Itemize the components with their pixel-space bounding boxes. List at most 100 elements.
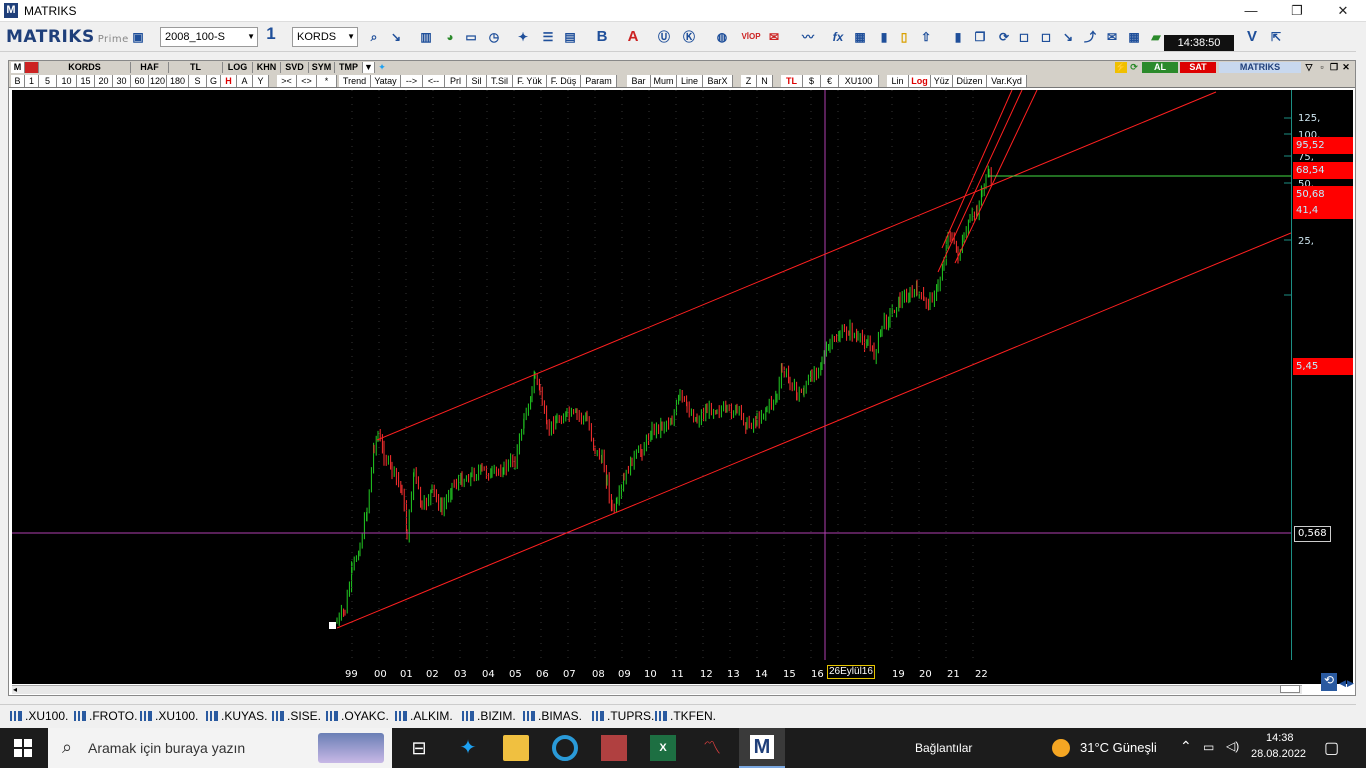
refresh-icon[interactable]: ⟳ bbox=[996, 29, 1012, 45]
refresh-chart-icon[interactable]: ⟳ bbox=[1128, 62, 1140, 73]
scroll-left-icon[interactable]: ◂ bbox=[13, 685, 17, 694]
tool-button-f-y-k[interactable]: F. Yük bbox=[513, 75, 547, 87]
period-button-4[interactable]: 15 bbox=[77, 75, 95, 87]
scroll-thumb[interactable] bbox=[1280, 685, 1300, 693]
k-icon[interactable]: Ⓚ bbox=[681, 29, 697, 45]
tool-button--[interactable]: $ bbox=[803, 75, 821, 87]
tool-button-lin[interactable]: Lin bbox=[887, 75, 909, 87]
layout-number[interactable]: 1 bbox=[263, 25, 279, 42]
period-button-7[interactable]: 60 bbox=[131, 75, 149, 87]
menu-m[interactable]: M bbox=[11, 62, 25, 73]
template-select[interactable]: 2008_100-S ▼ bbox=[160, 27, 258, 47]
symbol-tab-8[interactable]: .BIMAS. bbox=[523, 709, 582, 723]
tool-button-y-z[interactable]: Yüz bbox=[931, 75, 953, 87]
tool-button-prl[interactable]: Prl bbox=[445, 75, 467, 87]
win-minimize-icon[interactable]: ▫ bbox=[1317, 62, 1327, 73]
handshake-icon[interactable]: ✦ bbox=[515, 29, 531, 45]
zoom-icon[interactable]: ⌕ bbox=[366, 29, 382, 45]
buy-button[interactable]: AL bbox=[1142, 62, 1178, 73]
collapse-icon[interactable]: ▽ bbox=[1303, 62, 1315, 73]
chat-icon[interactable]: ▰ bbox=[1148, 29, 1164, 45]
arrow-icon[interactable]: ↘ bbox=[1060, 29, 1076, 45]
connections-label[interactable]: Bağlantılar bbox=[915, 741, 972, 755]
nav-button-0[interactable]: >< bbox=[277, 75, 297, 87]
tool-button-mum[interactable]: Mum bbox=[651, 75, 677, 87]
header-svd[interactable]: SVD bbox=[281, 62, 309, 73]
tool-button-d-zen[interactable]: Düzen bbox=[953, 75, 987, 87]
explorer-icon[interactable] bbox=[503, 735, 529, 761]
period-button-13[interactable]: A bbox=[237, 75, 253, 87]
lightning-icon[interactable]: ⚡ bbox=[1115, 62, 1127, 73]
period-button-12[interactable]: H bbox=[221, 75, 237, 87]
tool-button-yatay[interactable]: Yatay bbox=[371, 75, 401, 87]
symbol-tab-1[interactable]: .FROTO. bbox=[74, 709, 137, 723]
mail-icon[interactable]: ✉ bbox=[766, 29, 782, 45]
weather-text[interactable]: 31°C Güneşli bbox=[1080, 740, 1157, 755]
tool-button-z[interactable]: Z bbox=[741, 75, 757, 87]
winrar-icon[interactable] bbox=[601, 735, 627, 761]
nav-button-1[interactable]: <> bbox=[297, 75, 317, 87]
trade-app-icon[interactable]: 〽 bbox=[699, 735, 725, 761]
clock-icon[interactable]: ◷ bbox=[486, 29, 502, 45]
symbol-tab-7[interactable]: .BIZIM. bbox=[462, 709, 516, 723]
win-close-icon[interactable]: ✕ bbox=[1341, 62, 1351, 73]
win-restore-icon[interactable]: ❐ bbox=[1329, 62, 1339, 73]
period-button-11[interactable]: G bbox=[207, 75, 221, 87]
tool-button-t-sil[interactable]: T.Sil bbox=[487, 75, 513, 87]
formula-icon[interactable]: fx bbox=[830, 29, 846, 45]
symbol-tab-3[interactable]: .KUYAS. bbox=[206, 709, 267, 723]
tool-button-bar[interactable]: Bar bbox=[627, 75, 651, 87]
tool-button-var-kyd[interactable]: Var.Kyd bbox=[987, 75, 1027, 87]
windows-start-icon[interactable] bbox=[14, 739, 32, 757]
taskbar-search[interactable]: ⌕ Aramak için buraya yazın bbox=[48, 728, 392, 768]
cursor-icon[interactable]: ↘ bbox=[388, 29, 404, 45]
monitor-icon[interactable]: ▭ bbox=[463, 29, 479, 45]
u-icon[interactable]: Ⓤ bbox=[656, 29, 672, 45]
notifications-icon[interactable]: ▢ bbox=[1324, 738, 1339, 758]
period-button-10[interactable]: S bbox=[189, 75, 207, 87]
v-icon[interactable]: V bbox=[1244, 29, 1260, 45]
symbol-tab-5[interactable]: .OYAKC. bbox=[326, 709, 389, 723]
tool-button-barx[interactable]: BarX bbox=[703, 75, 733, 87]
period-button-2[interactable]: 5 bbox=[39, 75, 57, 87]
upload-icon[interactable]: ⇧ bbox=[918, 29, 934, 45]
bars-icon[interactable]: ▮ bbox=[876, 29, 892, 45]
next-icon[interactable]: ▶ bbox=[1347, 678, 1354, 689]
tool-button-xu100[interactable]: XU100 bbox=[839, 75, 879, 87]
maximize-button[interactable]: ❐ bbox=[1274, 0, 1320, 22]
globe-icon[interactable]: ◍ bbox=[714, 29, 730, 45]
minimize-button[interactable]: — bbox=[1228, 0, 1274, 22]
viop-icon[interactable]: VİOP bbox=[740, 29, 762, 45]
tool-button-sil[interactable]: Sil bbox=[467, 75, 487, 87]
matriks-task[interactable]: M bbox=[739, 728, 785, 768]
envelope-icon[interactable]: ✉ bbox=[1104, 29, 1120, 45]
header-symbol[interactable]: KORDS bbox=[39, 62, 131, 73]
header-haf[interactable]: HAF bbox=[131, 62, 169, 73]
bar-chart-icon[interactable]: ▦ bbox=[852, 29, 868, 45]
task-view-icon[interactable]: ⊟ bbox=[406, 735, 432, 761]
symbol-tab-10[interactable]: .TKFEN. bbox=[655, 709, 716, 723]
period-button-9[interactable]: 180 bbox=[167, 75, 189, 87]
tool-button-tl[interactable]: TL bbox=[781, 75, 803, 87]
period-button-1[interactable]: 1 bbox=[25, 75, 39, 87]
symbol-tab-2[interactable]: .XU100. bbox=[140, 709, 198, 723]
b-icon[interactable]: B bbox=[594, 29, 610, 45]
close-button[interactable]: ✕ bbox=[1320, 0, 1366, 22]
sell-button[interactable]: SAT bbox=[1180, 62, 1216, 73]
edge-icon[interactable] bbox=[552, 735, 578, 761]
window-icon[interactable]: ◻ bbox=[1016, 29, 1032, 45]
volume-icon[interactable]: ◁) bbox=[1226, 739, 1239, 753]
prev-icon[interactable]: ◀ bbox=[1339, 678, 1346, 689]
period-button-8[interactable]: 120 bbox=[149, 75, 167, 87]
clock-time[interactable]: 14:38 bbox=[1266, 732, 1294, 744]
save-icon[interactable]: ▣ bbox=[130, 29, 146, 45]
symbol-tab-6[interactable]: .ALKIM. bbox=[395, 709, 453, 723]
line-chart-icon[interactable]: 〰 bbox=[800, 29, 816, 45]
header-tl[interactable]: TL bbox=[169, 62, 223, 73]
tool-button--[interactable]: --> bbox=[401, 75, 423, 87]
tool-button-param[interactable]: Param bbox=[581, 75, 617, 87]
copy-icon[interactable]: ❐ bbox=[972, 29, 988, 45]
news-icon[interactable]: ⇱ bbox=[1268, 29, 1284, 45]
tool-button-n[interactable]: N bbox=[757, 75, 773, 87]
tool-button-f-d-[interactable]: F. Düş bbox=[547, 75, 581, 87]
